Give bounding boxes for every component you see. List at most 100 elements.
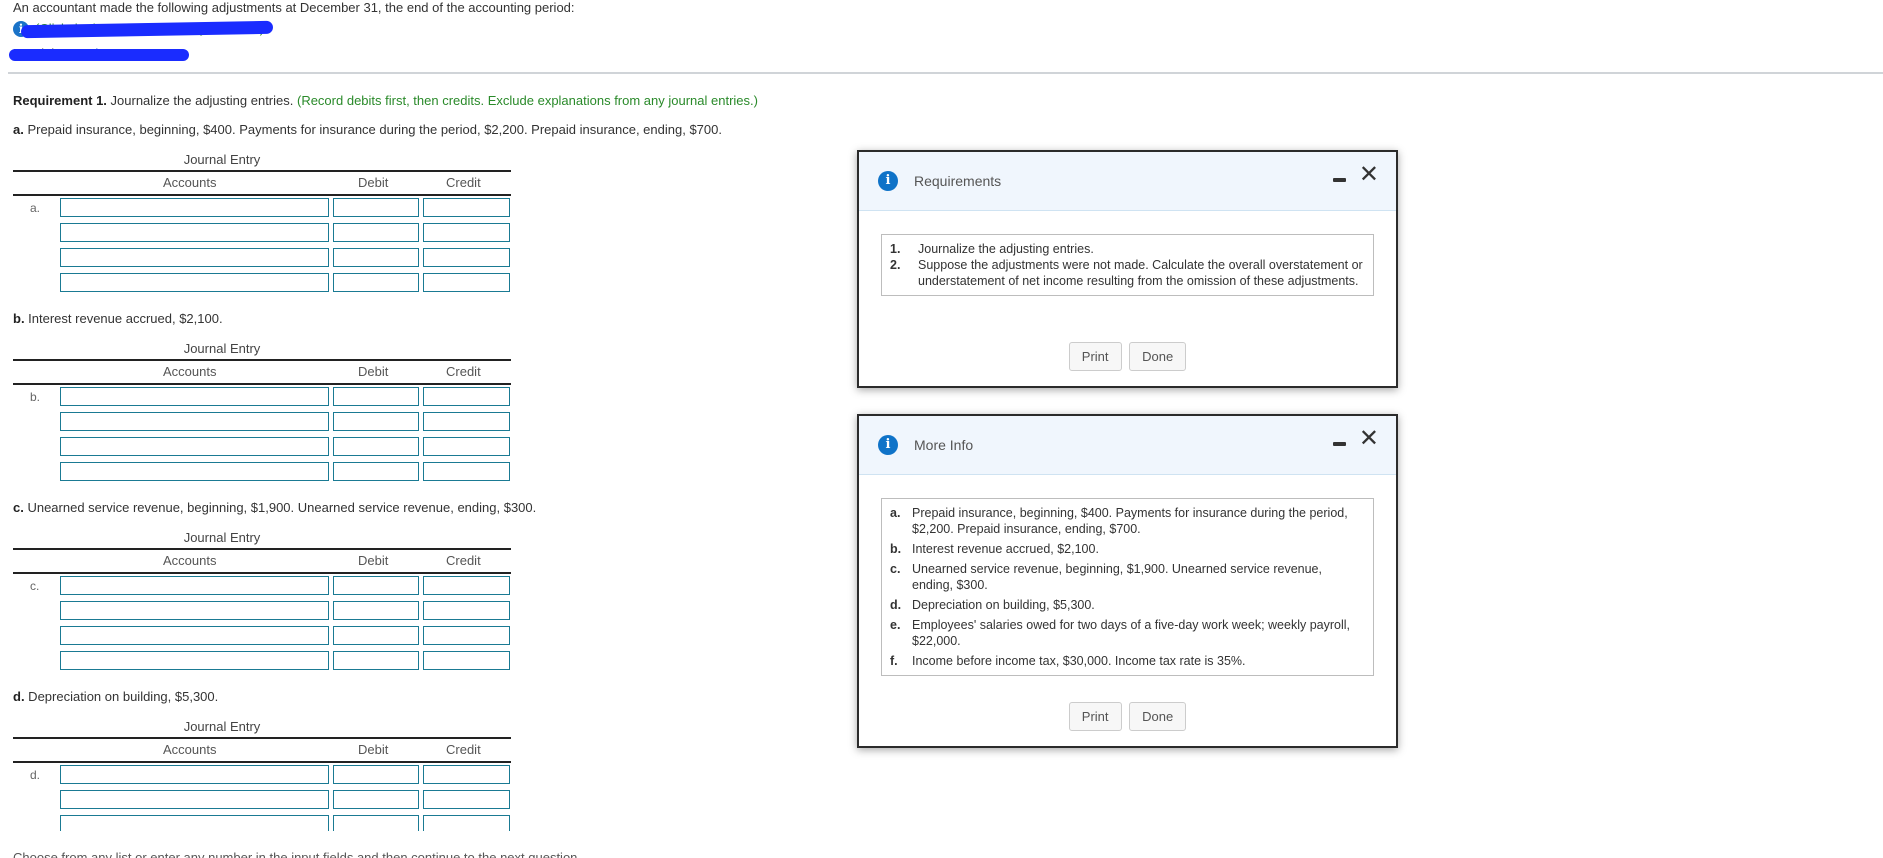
col-debit: Debit: [358, 175, 389, 190]
account-input[interactable]: [60, 626, 329, 645]
credit-input[interactable]: [423, 601, 510, 620]
modal-header: i More Info ✕: [859, 416, 1396, 475]
debit-input[interactable]: [333, 576, 419, 595]
close-icon[interactable]: ✕: [1359, 426, 1379, 450]
footer-instructions: Choose from any list or enter any number…: [13, 851, 581, 858]
account-input[interactable]: [60, 437, 329, 456]
credit-input[interactable]: [423, 273, 510, 292]
entry-label: b.: [13, 311, 25, 326]
debit-input[interactable]: [333, 223, 419, 242]
modal-title: More Info: [914, 437, 974, 453]
credit-input[interactable]: [423, 223, 510, 242]
journal-row: [13, 435, 511, 460]
journal-title: Journal Entry: [183, 152, 261, 167]
account-input[interactable]: [60, 412, 329, 431]
list-item: f. Income before income tax, $30,000. Inc…: [890, 653, 1365, 669]
close-icon[interactable]: ✕: [1359, 162, 1379, 186]
debit-input[interactable]: [333, 765, 419, 784]
redaction-scribble: [9, 49, 189, 61]
item-text: Prepaid insurance, beginning, $400. Paym…: [912, 506, 1348, 536]
account-input[interactable]: [60, 576, 329, 595]
done-button[interactable]: Done: [1129, 342, 1187, 371]
item-text: Journalize the adjusting entries.: [918, 242, 1094, 256]
print-button[interactable]: Print: [1068, 342, 1122, 371]
account-input[interactable]: [60, 790, 329, 809]
item-text: Income before income tax, $30,000. Incom…: [912, 654, 1246, 668]
journal-row: [13, 599, 511, 624]
credit-input[interactable]: [423, 198, 510, 217]
col-debit: Debit: [358, 553, 389, 568]
entry-a-prompt: a. Prepaid insurance, beginning, $400. P…: [13, 122, 722, 137]
account-input[interactable]: [60, 248, 329, 267]
minimize-icon[interactable]: [1333, 442, 1346, 446]
journal-title: Journal Entry: [183, 719, 261, 734]
more-info-modal: i More Info ✕ a. Prepaid insurance, begin…: [857, 414, 1398, 748]
credit-input[interactable]: [423, 462, 510, 481]
entry-letter: d.: [30, 768, 41, 782]
modal-buttons: Print Done: [859, 702, 1396, 731]
journal-row: b.: [13, 385, 511, 410]
list-item: 2. Suppose the adjustments were not made.…: [890, 257, 1365, 289]
journal-row: c.: [13, 574, 511, 599]
requirement-label: Requirement 1.: [13, 93, 107, 108]
debit-input[interactable]: [333, 462, 419, 481]
journal-row: [13, 813, 511, 831]
account-input[interactable]: [60, 387, 329, 406]
debit-input[interactable]: [333, 437, 419, 456]
account-input[interactable]: [60, 462, 329, 481]
minimize-icon[interactable]: [1333, 178, 1346, 182]
item-letter: b.: [890, 542, 902, 556]
item-letter: a.: [890, 506, 901, 520]
item-text: Suppose the adjustments were not made. C…: [918, 258, 1363, 288]
debit-input[interactable]: [333, 601, 419, 620]
credit-input[interactable]: [423, 412, 510, 431]
account-input[interactable]: [60, 223, 329, 242]
print-button[interactable]: Print: [1068, 702, 1122, 731]
entry-text: Prepaid insurance, beginning, $400. Paym…: [23, 122, 722, 137]
intro-text: An accountant made the following adjustm…: [13, 0, 575, 15]
entry-label: c.: [13, 500, 24, 515]
account-input[interactable]: [60, 815, 329, 831]
debit-input[interactable]: [333, 248, 419, 267]
credit-input[interactable]: [423, 248, 510, 267]
item-text: Unearned service revenue, beginning, $1,…: [912, 562, 1322, 592]
journal-entry-b: Journal Entry Accounts Debit Credit b.: [13, 341, 511, 485]
debit-input[interactable]: [333, 815, 419, 831]
entry-d-prompt: d. Depreciation on building, $5,300.: [13, 689, 218, 704]
credit-input[interactable]: [423, 387, 510, 406]
debit-input[interactable]: [333, 387, 419, 406]
journal-entry-d: Journal Entry Accounts Debit Credit d.: [13, 719, 511, 831]
item-letter: c.: [890, 562, 901, 576]
journal-title: Journal Entry: [183, 530, 261, 545]
account-input[interactable]: [60, 198, 329, 217]
debit-input[interactable]: [333, 651, 419, 670]
journal-row: d.: [13, 763, 511, 788]
debit-input[interactable]: [333, 273, 419, 292]
debit-input[interactable]: [333, 198, 419, 217]
account-input[interactable]: [60, 651, 329, 670]
credit-input[interactable]: [423, 437, 510, 456]
list-item: a. Prepaid insurance, beginning, $400. Pa…: [890, 505, 1365, 537]
item-number: 1.: [890, 242, 901, 256]
account-input[interactable]: [60, 765, 329, 784]
debit-input[interactable]: [333, 790, 419, 809]
account-input[interactable]: [60, 273, 329, 292]
adjustments-list: a. Prepaid insurance, beginning, $400. Pa…: [881, 498, 1374, 676]
account-input[interactable]: [60, 601, 329, 620]
col-accounts: Accounts: [163, 175, 217, 190]
credit-input[interactable]: [423, 626, 510, 645]
list-item: e. Employees' salaries owed for two days …: [890, 617, 1365, 649]
col-debit: Debit: [358, 742, 389, 757]
credit-input[interactable]: [423, 790, 510, 809]
debit-input[interactable]: [333, 626, 419, 645]
credit-input[interactable]: [423, 815, 510, 831]
debit-input[interactable]: [333, 412, 419, 431]
requirements-modal: i Requirements ✕ 1. Journalize the adjust…: [857, 150, 1398, 388]
journal-row: [13, 624, 511, 649]
item-letter: d.: [890, 598, 902, 612]
entry-letter: b.: [30, 390, 41, 404]
credit-input[interactable]: [423, 576, 510, 595]
credit-input[interactable]: [423, 765, 510, 784]
credit-input[interactable]: [423, 651, 510, 670]
done-button[interactable]: Done: [1129, 702, 1187, 731]
